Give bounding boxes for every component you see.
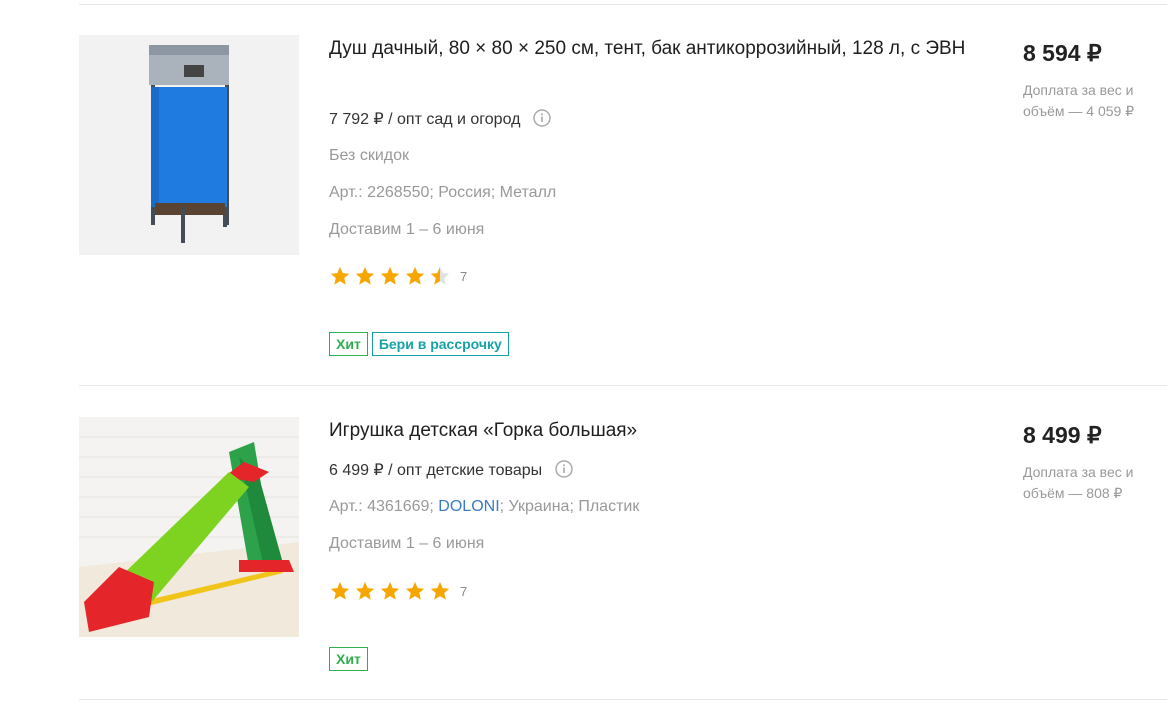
star-icon [330, 581, 350, 600]
brand-link[interactable]: DOLONI [438, 498, 499, 515]
badge-hit: Хит [329, 332, 368, 356]
divider [79, 699, 1167, 700]
article-info: Арт.: 4361669; DOLONI; Украина; Пластик [329, 497, 639, 517]
review-count[interactable]: 7 [460, 269, 467, 284]
star-icon [430, 581, 450, 600]
opt-price-text: 7 792 ₽ / опт сад и огород [329, 111, 521, 128]
rating-stars[interactable]: 7 [329, 580, 467, 602]
product-image[interactable] [79, 417, 299, 637]
info-icon[interactable] [533, 109, 551, 127]
discount-text: Без скидок [329, 147, 409, 164]
divider-top [79, 4, 1167, 5]
badge-installment[interactable]: Бери в рассрочку [371, 332, 509, 356]
star-half-icon [430, 266, 450, 285]
star-icon [405, 266, 425, 285]
surcharge-text: Доплата за вес и объём — 808 ₽ [1023, 464, 1134, 501]
product-title[interactable]: Игрушка детская «Горка большая» [329, 415, 969, 446]
badge-hit: Хит [329, 647, 368, 671]
article-suffix: ; Украина; Пластик [499, 498, 640, 515]
delivery-text: Доставим 1 – 6 июня [329, 535, 485, 552]
outdoor-shower-image [79, 35, 299, 255]
opt-price: 7 792 ₽ / опт сад и огород [329, 109, 551, 130]
info-icon[interactable] [554, 460, 573, 478]
star-icon [355, 581, 375, 600]
product-image[interactable] [79, 35, 299, 255]
star-icon [380, 266, 400, 285]
badges: Хит Бери в рассрочку [329, 332, 513, 356]
star-icon [405, 581, 425, 600]
opt-price-text: 6 499 ₽ / опт детские товары [329, 462, 543, 479]
rating-stars[interactable]: 7 [329, 265, 467, 287]
product-title[interactable]: Душ дачный, 80 × 80 × 250 см, тент, бак … [329, 33, 969, 64]
divider [79, 385, 1167, 386]
article-info: Арт.: 2268550; Россия; Металл [329, 184, 557, 201]
price: 8 594 ₽ [1023, 40, 1102, 66]
review-count[interactable]: 7 [460, 584, 467, 599]
star-icon [330, 266, 350, 285]
price: 8 499 ₽ [1023, 422, 1102, 448]
article-prefix: Арт.: 4361669; [329, 498, 439, 515]
delivery-text: Доставим 1 – 6 июня [329, 221, 485, 238]
opt-price: 6 499 ₽ / опт детские товары [329, 460, 573, 481]
kids-slide-image [79, 417, 299, 637]
star-icon [355, 266, 375, 285]
surcharge-text: Доплата за вес и объём — 4 059 ₽ [1023, 82, 1135, 119]
badges: Хит [329, 647, 372, 671]
star-icon [380, 581, 400, 600]
